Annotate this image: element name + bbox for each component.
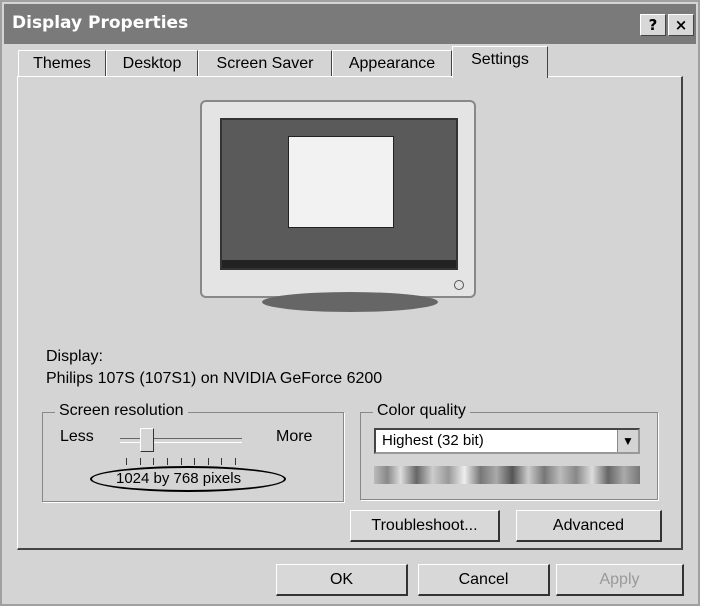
apply-button[interactable]: Apply — [556, 564, 684, 596]
tab-settings[interactable]: Settings — [452, 46, 548, 78]
tab-appearance[interactable]: Appearance — [332, 50, 452, 76]
resolution-value: 1024 by 768 pixels — [116, 470, 242, 487]
less-label: Less — [60, 428, 94, 445]
slider-tick — [235, 458, 236, 465]
color-preview-bar — [374, 466, 640, 484]
display-device: Philips 107S (107S1) on NVIDIA GeForce 6… — [46, 370, 383, 387]
power-led-icon — [454, 280, 464, 290]
resolution-slider-track[interactable] — [120, 438, 242, 443]
window-title: Display Properties — [12, 13, 189, 33]
monitor-stand — [262, 292, 438, 312]
color-quality-group: Color quality — [360, 402, 658, 500]
cancel-button[interactable]: Cancel — [418, 564, 550, 596]
slider-tick — [194, 458, 195, 465]
help-button[interactable]: ? — [640, 14, 666, 36]
slider-tick — [167, 458, 168, 465]
display-label: Display: — [46, 348, 103, 365]
color-quality-value: Highest (32 bit) — [382, 432, 484, 449]
slider-tick — [221, 458, 222, 465]
title-bar[interactable]: Display Properties ? × — [4, 4, 696, 44]
troubleshoot-button[interactable]: Troubleshoot... — [350, 510, 500, 542]
resolution-slider-thumb[interactable] — [139, 428, 154, 452]
slider-tick — [140, 458, 141, 465]
advanced-button[interactable]: Advanced — [516, 510, 662, 542]
color-quality-select[interactable]: Highest (32 bit) ▼ — [374, 428, 640, 454]
preview-window-thumbnail — [288, 136, 394, 228]
slider-tick — [208, 458, 209, 465]
screen-resolution-title: Screen resolution — [55, 402, 188, 420]
preview-taskbar — [222, 260, 456, 268]
tab-themes[interactable]: Themes — [18, 50, 106, 76]
more-label: More — [276, 428, 313, 445]
slider-tick — [153, 458, 154, 465]
color-quality-title: Color quality — [373, 402, 470, 420]
chevron-down-icon[interactable]: ▼ — [617, 430, 638, 452]
tab-desktop[interactable]: Desktop — [106, 50, 198, 76]
slider-tick — [181, 458, 182, 465]
ok-button[interactable]: OK — [276, 564, 408, 596]
monitor-screen — [220, 118, 458, 270]
monitor-preview — [200, 100, 476, 298]
tab-screen-saver[interactable]: Screen Saver — [198, 50, 332, 76]
close-button[interactable]: × — [668, 14, 694, 36]
slider-tick — [126, 458, 127, 465]
